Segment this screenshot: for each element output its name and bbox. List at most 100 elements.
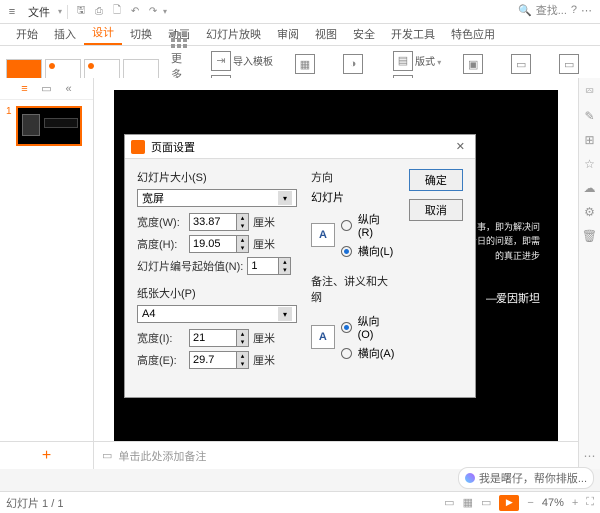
- slide-size-select[interactable]: 宽屏▾: [137, 189, 297, 207]
- tab-special[interactable]: 特色应用: [443, 23, 503, 45]
- pwidth-label: 宽度(I):: [137, 330, 185, 346]
- overflow-icon[interactable]: ⋯: [581, 4, 592, 17]
- collapse-icon[interactable]: «: [62, 82, 76, 96]
- zoom-out-icon[interactable]: −: [527, 497, 533, 509]
- assistant-text: 我是曙仔，帮你排版...: [479, 470, 587, 486]
- rail-cloud-icon[interactable]: ☁: [584, 181, 596, 195]
- search-area: 🔍 查找... ? ⋯: [518, 2, 592, 18]
- print-icon[interactable]: ⎙: [91, 4, 107, 20]
- qat-dropdown-icon[interactable]: ▾: [163, 7, 167, 16]
- layout-button[interactable]: ▤版式: [389, 51, 445, 71]
- right-rail: ⮹ ✎ ⊞ ☆ ☁ ⚙ 🗑 ⋯: [578, 78, 600, 469]
- fit-icon[interactable]: ⛶: [586, 496, 594, 509]
- ribbon-tabs: 开始 插入 设计 切换 动画 幻灯片放映 审阅 视图 安全 开发工具 特色应用: [0, 24, 600, 46]
- rail-style-icon[interactable]: ✎: [584, 109, 594, 123]
- slides-orientation-label: 幻灯片: [311, 189, 395, 205]
- dialog-mid-column: 方向 幻灯片 A 纵向(R) 横向(L) 备注、讲义和大纲 A 纵向(O) 横向…: [311, 169, 395, 373]
- search-placeholder[interactable]: 查找...: [536, 2, 567, 18]
- paper-size-label: 纸张大小(P): [137, 285, 297, 301]
- search-icon[interactable]: 🔍: [518, 4, 532, 17]
- add-slide-button[interactable]: +: [0, 441, 94, 469]
- chevron-down-icon: ▾: [278, 307, 292, 321]
- dialog-title: 页面设置: [151, 139, 195, 155]
- rail-trash-icon[interactable]: 🗑: [582, 229, 597, 243]
- outline-tab-icon[interactable]: ≡: [18, 82, 32, 96]
- thumbnail-tab-icon[interactable]: ▭: [40, 82, 54, 96]
- dialog-left-column: 幻灯片大小(S) 宽屏▾ 宽度(W):33.87▴▾厘米 高度(H):19.05…: [137, 169, 297, 373]
- thumb-textbox: [44, 118, 78, 128]
- tab-transition[interactable]: 切换: [122, 23, 160, 45]
- landscape-l-radio[interactable]: 横向(L): [341, 243, 395, 259]
- undo-icon[interactable]: ↶: [127, 4, 143, 20]
- page-setup-dialog: 页面设置 ✕ 幻灯片大小(S) 宽屏▾ 宽度(W):33.87▴▾厘米 高度(H…: [124, 134, 476, 398]
- zoom-level[interactable]: 47%: [542, 497, 564, 509]
- tab-slideshow[interactable]: 幻灯片放映: [198, 23, 269, 45]
- import-icon: ⇥: [211, 51, 231, 71]
- pheight-input[interactable]: 29.7▴▾: [189, 351, 249, 369]
- preview-icon[interactable]: 🗋: [109, 4, 125, 20]
- slide-panel: ≡ ▭ « 1: [0, 78, 94, 469]
- dialog-titlebar: 页面设置 ✕: [125, 135, 475, 159]
- zoom-in-icon[interactable]: +: [572, 497, 578, 509]
- slide-thumbnail[interactable]: [16, 106, 82, 146]
- normal-view-icon[interactable]: ▦: [463, 496, 473, 509]
- start-num-input[interactable]: 1▴▾: [247, 257, 291, 275]
- tab-review[interactable]: 审阅: [269, 23, 307, 45]
- tab-developer[interactable]: 开发工具: [383, 23, 443, 45]
- slide-size-label: 幻灯片大小(S): [137, 169, 297, 185]
- app-logo-icon: [131, 140, 145, 154]
- cancel-button[interactable]: 取消: [409, 199, 463, 221]
- reading-view-icon[interactable]: ▭: [481, 496, 491, 509]
- import-template-button[interactable]: ⇥导入模板: [207, 51, 277, 71]
- width-input[interactable]: 33.87▴▾: [189, 213, 249, 231]
- tab-security[interactable]: 安全: [345, 23, 383, 45]
- save-icon[interactable]: 🖫: [73, 4, 89, 20]
- ok-button[interactable]: 确定: [409, 169, 463, 191]
- slide-item[interactable]: 1: [0, 100, 93, 152]
- height-input[interactable]: 19.05▴▾: [189, 235, 249, 253]
- hamburger-icon[interactable]: ≡: [4, 4, 20, 20]
- notes-icon: ▭: [102, 449, 112, 462]
- orientation-preview-icon: A: [311, 223, 335, 247]
- pheight-label: 高度(E):: [137, 352, 185, 368]
- portrait-o-radio[interactable]: 纵向(O): [341, 313, 395, 341]
- slide-number: 1: [6, 106, 12, 117]
- redo-icon[interactable]: ↷: [145, 4, 161, 20]
- width-label: 宽度(W):: [137, 214, 185, 230]
- assistant-chip[interactable]: 我是曙仔，帮你排版...: [458, 467, 594, 489]
- orientation-label: 方向: [311, 169, 395, 185]
- tab-insert[interactable]: 插入: [46, 23, 84, 45]
- close-button[interactable]: ✕: [452, 140, 469, 153]
- rail-tools-icon[interactable]: ⚙: [584, 205, 595, 219]
- landscape-a-radio[interactable]: 横向(A): [341, 345, 395, 361]
- side-tabs: ≡ ▭ «: [0, 78, 93, 100]
- file-menu-dropdown-icon[interactable]: ▾: [58, 7, 62, 16]
- portrait-r-radio[interactable]: 纵向(R): [341, 211, 395, 239]
- slideshow-button[interactable]: ▶: [499, 495, 519, 511]
- slide-position: 幻灯片 1 / 1: [6, 495, 63, 511]
- notes-bar[interactable]: ▭ 单击此处添加备注: [94, 441, 578, 469]
- dialog-right-column: 确定 取消: [409, 169, 463, 373]
- layout-icon: ▤: [393, 51, 413, 71]
- file-menu[interactable]: 文件: [22, 4, 56, 20]
- rail-select-icon[interactable]: ⮹: [585, 84, 595, 99]
- paper-size-select[interactable]: A4▾: [137, 305, 297, 323]
- tab-start[interactable]: 开始: [8, 23, 46, 45]
- rail-more-icon[interactable]: ⋯: [584, 449, 596, 463]
- rail-insert-icon[interactable]: ⊞: [584, 133, 594, 147]
- help-icon[interactable]: ?: [571, 4, 577, 16]
- notes-view-icon[interactable]: ▭: [444, 496, 454, 509]
- pwidth-input[interactable]: 21▴▾: [189, 329, 249, 347]
- thumb-portrait: [22, 114, 40, 136]
- assistant-avatar-icon: [465, 473, 475, 483]
- radio-icon: [341, 246, 352, 257]
- tab-design[interactable]: 设计: [84, 21, 122, 45]
- tab-view[interactable]: 视图: [307, 23, 345, 45]
- orientation-preview-icon: A: [311, 325, 335, 349]
- slide-author: 爱因斯坦: [486, 290, 540, 306]
- background-icon: ▦: [295, 54, 315, 74]
- radio-icon: [341, 322, 352, 333]
- chevron-down-icon: ▾: [278, 191, 292, 205]
- notes-placeholder: 单击此处添加备注: [118, 448, 206, 464]
- rail-star-icon[interactable]: ☆: [584, 157, 595, 171]
